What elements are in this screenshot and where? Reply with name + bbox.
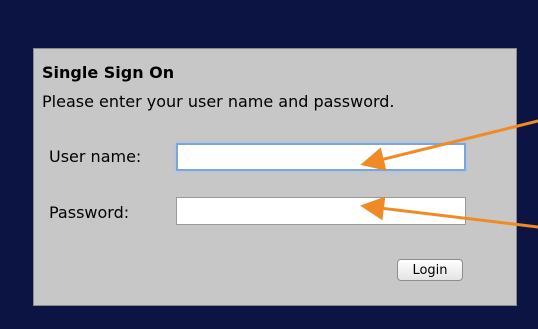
username-input[interactable] — [176, 143, 466, 171]
password-input[interactable] — [176, 197, 466, 225]
screen-background: Single Sign On Please enter your user na… — [0, 0, 538, 329]
username-label: User name: — [49, 147, 142, 166]
login-button[interactable]: Login — [397, 259, 463, 281]
login-instructions: Please enter your user name and password… — [42, 92, 395, 111]
password-label: Password: — [49, 203, 130, 222]
login-panel: Single Sign On Please enter your user na… — [33, 48, 517, 306]
panel-title: Single Sign On — [42, 63, 175, 82]
